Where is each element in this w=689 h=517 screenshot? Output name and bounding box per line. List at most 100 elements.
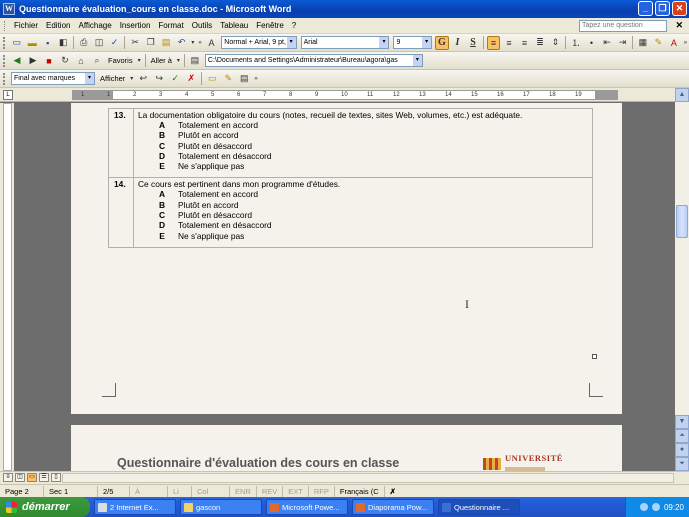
search-web-icon[interactable]: ⌕ bbox=[90, 54, 104, 68]
show-only-web-toolbar-icon[interactable]: ▤ bbox=[188, 54, 202, 68]
cut-icon[interactable]: ✂ bbox=[128, 36, 142, 50]
increase-indent-icon[interactable]: ⇥ bbox=[616, 36, 630, 50]
restore-button[interactable]: ❐ bbox=[655, 1, 670, 16]
menu-format[interactable]: Format bbox=[154, 21, 187, 30]
print-icon[interactable]: ⎙ bbox=[77, 36, 91, 50]
word-app-icon[interactable]: W bbox=[3, 3, 15, 15]
forward-icon[interactable]: ▶ bbox=[26, 54, 40, 68]
next-change-icon[interactable]: ↪ bbox=[152, 72, 166, 86]
reading-layout-icon[interactable]: ▯ bbox=[51, 473, 61, 482]
horizontal-ruler[interactable]: 1 1 2 3 4 5 6 7 8 9 10 11 12 13 14 15 16 17 18 19 bbox=[72, 90, 618, 100]
numbering-icon[interactable]: ⒈ bbox=[569, 36, 583, 50]
status-record-macro[interactable]: ENR bbox=[230, 485, 257, 497]
spelling-status-icon[interactable]: ✗ bbox=[385, 486, 401, 497]
font-dropdown-icon[interactable]: ▾ bbox=[379, 37, 389, 48]
undo-icon[interactable]: ↶ bbox=[175, 36, 189, 50]
accept-change-icon[interactable]: ✓ bbox=[168, 72, 182, 86]
highlight-icon[interactable]: ✎ bbox=[652, 36, 666, 50]
previous-page-icon[interactable]: ⏶ bbox=[675, 429, 689, 443]
taskbar-item[interactable]: Questionnaire ... bbox=[438, 499, 520, 515]
bold-button[interactable]: G bbox=[435, 35, 449, 50]
status-overtype[interactable]: RFP bbox=[309, 485, 335, 497]
track-changes-icon[interactable]: ✎ bbox=[221, 72, 235, 86]
borders-icon[interactable]: ▦ bbox=[636, 36, 650, 50]
favorites-dropdown-icon[interactable]: ▾ bbox=[138, 57, 141, 64]
toolbar-grip[interactable] bbox=[3, 54, 6, 67]
taskbar-item[interactable]: gascon bbox=[180, 499, 262, 515]
home-icon[interactable]: ⌂ bbox=[74, 54, 88, 68]
taskbar-item[interactable]: Diaporama Pow... bbox=[352, 499, 434, 515]
show-dropdown-icon[interactable]: ▾ bbox=[130, 75, 133, 82]
document-area[interactable]: 13. La documentation obligatoire du cour… bbox=[14, 103, 675, 471]
new-document-icon[interactable]: ▭ bbox=[10, 36, 24, 50]
underline-button[interactable]: S bbox=[466, 36, 480, 50]
menu-fenetre[interactable]: Fenêtre bbox=[252, 21, 288, 30]
address-dropdown-icon[interactable]: ▾ bbox=[412, 55, 422, 66]
bullets-icon[interactable]: • bbox=[585, 36, 599, 50]
select-browse-object-icon[interactable]: ● bbox=[675, 443, 689, 457]
toolbar-options-icon[interactable]: » bbox=[198, 40, 201, 46]
justify-icon[interactable]: ≣ bbox=[533, 36, 547, 50]
toolbar-grip[interactable] bbox=[3, 72, 6, 85]
menu-tableau[interactable]: Tableau bbox=[216, 21, 252, 30]
copy-icon[interactable]: ❐ bbox=[144, 36, 158, 50]
style-dropdown-icon[interactable]: ▾ bbox=[286, 37, 296, 48]
status-track-changes[interactable]: REV bbox=[257, 485, 284, 497]
close-button[interactable]: ✕ bbox=[672, 1, 687, 16]
align-right-icon[interactable]: ≡ bbox=[518, 36, 532, 50]
document-page[interactable]: 13. La documentation obligatoire du cour… bbox=[71, 103, 622, 414]
clock[interactable]: 09:20 bbox=[664, 503, 684, 512]
refresh-icon[interactable]: ↻ bbox=[58, 54, 72, 68]
menu-outils[interactable]: Outils bbox=[188, 21, 216, 30]
toolbar-options-icon[interactable]: » bbox=[684, 40, 687, 46]
toolbar-grip[interactable] bbox=[3, 36, 6, 49]
goto-dropdown-icon[interactable]: ▾ bbox=[177, 57, 180, 64]
outline-view-icon[interactable]: ☰ bbox=[39, 473, 49, 482]
tab-selector-icon[interactable]: L bbox=[3, 90, 13, 100]
reject-change-icon[interactable]: ✗ bbox=[184, 72, 198, 86]
display-for-review-combo[interactable]: Final avec marques ▾ bbox=[11, 72, 95, 85]
print-preview-icon[interactable]: ◫ bbox=[92, 36, 106, 50]
open-folder-icon[interactable]: ▬ bbox=[25, 36, 39, 50]
minimize-button[interactable]: _ bbox=[638, 1, 653, 16]
menu-fichier[interactable]: Fichier bbox=[10, 21, 42, 30]
normal-view-icon[interactable]: ≡ bbox=[3, 473, 13, 482]
status-extend[interactable]: EXT bbox=[283, 485, 309, 497]
address-combo[interactable]: C:\Documents and Settings\Administrateur… bbox=[204, 54, 423, 67]
table-resize-handle[interactable] bbox=[592, 354, 597, 359]
back-icon[interactable]: ◀ bbox=[10, 54, 24, 68]
previous-change-icon[interactable]: ↩ bbox=[136, 72, 150, 86]
italic-button[interactable]: I bbox=[451, 36, 465, 50]
document-page[interactable]: Questionnaire d'évaluation des cours en … bbox=[71, 425, 622, 471]
spelling-icon[interactable]: ✓ bbox=[108, 36, 122, 50]
menu-help[interactable]: ? bbox=[288, 21, 300, 30]
tray-network-icon[interactable] bbox=[639, 503, 648, 511]
decrease-indent-icon[interactable]: ⇤ bbox=[600, 36, 614, 50]
styles-pane-icon[interactable]: A bbox=[205, 36, 219, 50]
font-size-dropdown-icon[interactable]: ▾ bbox=[422, 37, 432, 48]
font-size-combo[interactable]: 9 ▾ bbox=[393, 36, 433, 49]
paste-icon[interactable]: ▤ bbox=[159, 36, 173, 50]
status-language[interactable]: Français (C bbox=[335, 485, 385, 497]
insert-comment-icon[interactable]: ▭ bbox=[205, 72, 219, 86]
vertical-scrollbar[interactable]: ▲ ▼ ⏶ ● ⏷ bbox=[675, 88, 689, 471]
stop-icon[interactable]: ■ bbox=[42, 54, 56, 68]
show-menu[interactable]: Afficher bbox=[97, 74, 128, 83]
align-center-icon[interactable]: ≡ bbox=[502, 36, 516, 50]
document-close-icon[interactable]: ✕ bbox=[675, 20, 683, 31]
goto-menu[interactable]: Aller à bbox=[148, 56, 175, 65]
menu-insertion[interactable]: Insertion bbox=[116, 21, 155, 30]
print-layout-icon[interactable]: ▭ bbox=[27, 473, 37, 482]
save-icon[interactable]: ▪ bbox=[41, 36, 55, 50]
menu-edition[interactable]: Edition bbox=[42, 21, 74, 30]
font-color-icon[interactable]: A bbox=[667, 36, 681, 50]
font-combo[interactable]: Arial ▾ bbox=[300, 36, 390, 49]
display-mode-dropdown-icon[interactable]: ▾ bbox=[85, 73, 94, 84]
web-layout-icon[interactable]: ◫ bbox=[15, 473, 25, 482]
taskbar-item[interactable]: Microsoft Powe... bbox=[266, 499, 348, 515]
start-button[interactable]: démarrer bbox=[0, 497, 90, 517]
toolbar-options-icon[interactable]: » bbox=[254, 76, 257, 82]
horizontal-scrollbar[interactable] bbox=[62, 473, 674, 483]
undo-dropdown-icon[interactable]: ▾ bbox=[191, 39, 194, 46]
next-page-icon[interactable]: ⏷ bbox=[675, 457, 689, 471]
